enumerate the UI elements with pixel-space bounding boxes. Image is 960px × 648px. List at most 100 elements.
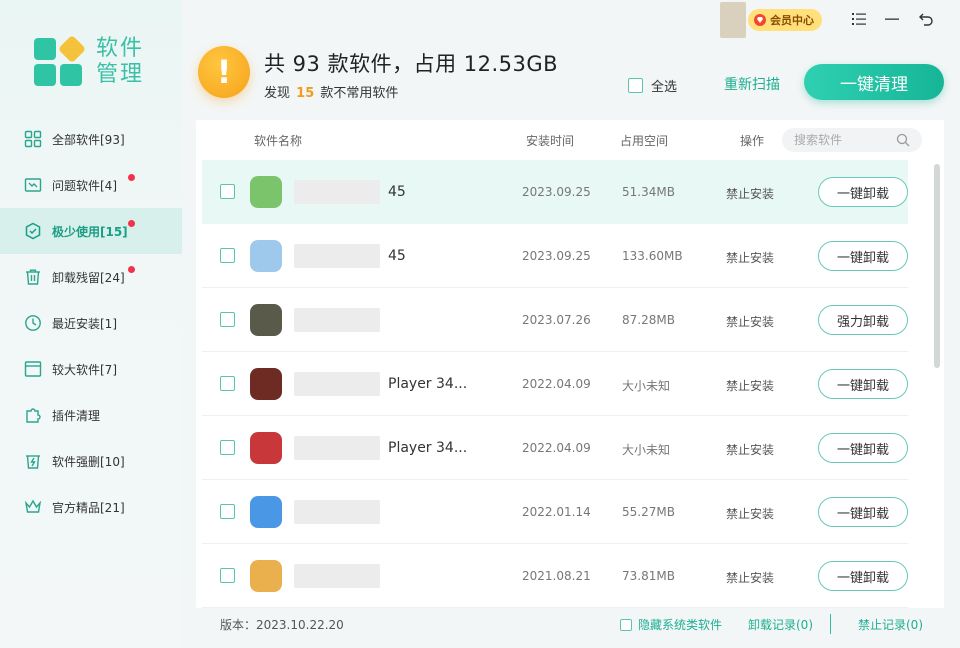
- app-title-line1: 软件: [96, 36, 145, 61]
- sidebar-item-label: 官方精品[21]: [52, 500, 125, 515]
- trash-icon: [24, 268, 42, 286]
- hide-system-box[interactable]: [620, 618, 632, 631]
- search-icon[interactable]: [896, 133, 910, 147]
- app-icon: [250, 560, 282, 592]
- uninstall-button[interactable]: 一键卸载: [818, 241, 908, 271]
- block-install-link[interactable]: 禁止安装: [726, 441, 774, 458]
- vip-center-button[interactable]: 会员中心: [748, 9, 822, 31]
- scrollbar[interactable]: [934, 164, 940, 368]
- sidebar-nav: 全部软件[93] 问题软件[4] 极少使用[15] 卸载残留[24] 最近安装[1] 较大…: [0, 116, 182, 530]
- block-install-link[interactable]: 禁止安装: [726, 313, 774, 330]
- table-row[interactable]: 45 2023.09.25 51.34MB 禁止安装 一键卸载: [202, 160, 908, 224]
- sidebar-item-label: 较大软件[7]: [52, 362, 117, 377]
- force-delete-icon: [24, 452, 42, 470]
- minimize-icon[interactable]: [881, 8, 903, 30]
- uninstall-button[interactable]: 强力卸载: [818, 305, 908, 335]
- back-icon[interactable]: [915, 8, 937, 30]
- blurred-app-name: [294, 308, 380, 332]
- sidebar-item-label: 卸载残留[24]: [52, 270, 125, 285]
- uninstall-button[interactable]: 一键卸载: [818, 433, 908, 463]
- sidebar-item-5[interactable]: 较大软件[7]: [0, 346, 182, 392]
- version-label: 版本：2023.10.22.20: [220, 618, 344, 632]
- select-all-checkbox[interactable]: 全选: [628, 76, 677, 95]
- app-title-line2: 管理: [96, 62, 145, 87]
- blurred-app-name: [294, 372, 380, 396]
- table-header: 软件名称 安装时间 占用空间 操作: [196, 120, 944, 160]
- clock-icon: [24, 314, 42, 332]
- table-row[interactable]: 2022.01.14 55.27MB 禁止安装 一键卸载: [202, 480, 908, 544]
- unused-count: 15: [296, 86, 315, 101]
- app-name: Player 34...: [388, 376, 468, 392]
- table-row[interactable]: 2023.07.26 87.28MB 禁止安装 强力卸载: [202, 288, 908, 352]
- table-row[interactable]: Player 34... 2022.04.09 大小未知 禁止安装 一键卸载: [202, 352, 908, 416]
- install-date: 2023.09.25: [522, 185, 591, 199]
- sidebar-item-8[interactable]: 官方精品[21]: [0, 484, 182, 530]
- one-click-clean-button[interactable]: 一键清理: [804, 64, 944, 100]
- block-install-link[interactable]: 禁止安装: [726, 377, 774, 394]
- install-date: 2023.09.25: [522, 249, 591, 263]
- select-all-box[interactable]: [628, 78, 643, 93]
- row-checkbox[interactable]: [220, 568, 235, 583]
- app-name: Player 34...: [388, 440, 468, 456]
- sidebar-item-1[interactable]: 问题软件[4]: [0, 162, 182, 208]
- notification-dot: [128, 174, 135, 181]
- uninstall-log-link[interactable]: 卸载记录(0): [748, 616, 813, 633]
- row-checkbox[interactable]: [220, 248, 235, 263]
- sidebar-item-label: 全部软件[93]: [52, 132, 125, 147]
- table-row[interactable]: Player 34... 2022.04.09 大小未知 禁止安装 一键卸载: [202, 416, 908, 480]
- app-icon: [250, 368, 282, 400]
- app-name: 45: [388, 248, 406, 264]
- hide-system-label: 隐藏系统类软件: [638, 618, 723, 632]
- sidebar-item-6[interactable]: 插件清理: [0, 392, 182, 438]
- avatar[interactable]: [720, 2, 746, 38]
- uninstall-button[interactable]: 一键卸载: [818, 497, 908, 527]
- menu-icon[interactable]: [848, 8, 870, 30]
- broken-box-icon: [24, 176, 42, 194]
- vip-center-label: 会员中心: [770, 14, 814, 27]
- table-row[interactable]: 2021.08.21 73.81MB 禁止安装 一键卸载: [202, 544, 908, 608]
- sidebar-item-0[interactable]: 全部软件[93]: [0, 116, 182, 162]
- puzzle-icon: [24, 406, 42, 424]
- row-checkbox[interactable]: [220, 312, 235, 327]
- blurred-app-name: [294, 244, 380, 268]
- uninstall-button[interactable]: 一键卸载: [818, 369, 908, 399]
- blurred-app-name: [294, 180, 380, 204]
- sidebar-item-7[interactable]: 软件强删[10]: [0, 438, 182, 484]
- rescan-button[interactable]: 重新扫描: [724, 74, 780, 94]
- install-date: 2022.04.09: [522, 441, 591, 455]
- sidebar-item-4[interactable]: 最近安装[1]: [0, 300, 182, 346]
- row-checkbox[interactable]: [220, 440, 235, 455]
- col-header-op: 操作: [740, 134, 765, 148]
- sidebar-item-2[interactable]: 极少使用[15]: [0, 208, 182, 254]
- block-install-link[interactable]: 禁止安装: [726, 249, 774, 266]
- software-table: 软件名称 安装时间 占用空间 操作 45 2023.09.25 51.34MB 禁止安…: [196, 120, 944, 608]
- blurred-app-name: [294, 564, 380, 588]
- footer-divider: [830, 614, 831, 634]
- row-checkbox[interactable]: [220, 376, 235, 391]
- row-checkbox[interactable]: [220, 184, 235, 199]
- sidebar-item-3[interactable]: 卸载残留[24]: [0, 254, 182, 300]
- block-install-link[interactable]: 禁止安装: [726, 185, 774, 202]
- uninstall-button[interactable]: 一键卸载: [818, 561, 908, 591]
- vip-area[interactable]: 会员中心: [720, 2, 822, 38]
- sidebar-item-label: 插件清理: [52, 408, 101, 423]
- row-checkbox[interactable]: [220, 504, 235, 519]
- block-install-link[interactable]: 禁止安装: [726, 569, 774, 586]
- app-icon: [250, 176, 282, 208]
- col-header-date: 安装时间: [526, 134, 575, 148]
- block-install-link[interactable]: 禁止安装: [726, 505, 774, 522]
- uninstall-button[interactable]: 一键卸载: [818, 177, 908, 207]
- warning-icon: !: [198, 46, 250, 98]
- hexagon-icon: [24, 222, 42, 240]
- block-log-link[interactable]: 禁止记录(0): [858, 616, 923, 633]
- disk-usage: 73.81MB: [622, 569, 675, 583]
- blurred-app-name: [294, 436, 380, 460]
- disk-usage: 87.28MB: [622, 313, 675, 327]
- disk-usage: 大小未知: [622, 443, 671, 457]
- install-date: 2021.08.21: [522, 569, 591, 583]
- hide-system-checkbox[interactable]: 隐藏系统类软件: [620, 616, 722, 633]
- app-logo: 软件 管理: [34, 34, 145, 88]
- table-row[interactable]: 45 2023.09.25 133.60MB 禁止安装 一键卸载: [202, 224, 908, 288]
- summary-headline: 共 93 款软件，占用 12.53GB: [264, 52, 559, 76]
- app-icon: [250, 304, 282, 336]
